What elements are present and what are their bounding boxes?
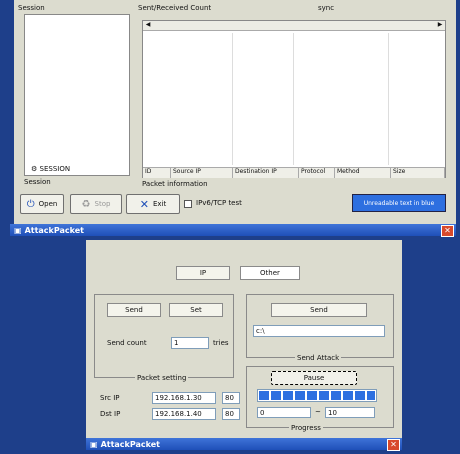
tab-other[interactable]: Other: [240, 266, 300, 280]
bottom-window: IP Other Send Set Send count 1 tries Pac…: [86, 240, 402, 440]
sessions-group-label: Session: [24, 178, 51, 186]
blue-action-button[interactable]: Unreadable text in blue: [352, 194, 446, 212]
progress-segment: [271, 391, 281, 400]
top-window: Session ⚙ SESSION Session Sent/Received …: [14, 0, 456, 228]
file-path-input[interactable]: c:\: [253, 325, 385, 337]
packet-header-label: Sent/Received Count: [138, 4, 212, 12]
file-send-button[interactable]: Send: [271, 303, 367, 317]
progress-from-input[interactable]: 0: [257, 407, 311, 418]
column-header-method[interactable]: Method: [335, 168, 391, 178]
bottom-window-titlebar[interactable]: ▣ AttackPacket ✕: [86, 438, 402, 451]
scroll-right-icon[interactable]: ▶: [435, 21, 445, 30]
column-header-size[interactable]: Size: [391, 168, 445, 178]
dst-ip-input[interactable]: 192.168.1.40: [152, 408, 216, 420]
stop-button[interactable]: ♻ Stop: [70, 194, 122, 214]
session-tree-header: Session: [18, 4, 98, 14]
packet-table[interactable]: ◀ ▶ ID Source IP Destination IP Protocol…: [142, 20, 446, 178]
progress-segment: [307, 391, 317, 400]
column-header-protocol[interactable]: Protocol: [299, 168, 335, 178]
count-input[interactable]: 1: [171, 337, 209, 349]
scroll-left-icon[interactable]: ◀: [143, 21, 153, 30]
count-unit: tries: [213, 339, 229, 347]
progress-segment: [331, 391, 341, 400]
ipv6-checkbox-label: IPv6/TCP test: [196, 199, 242, 207]
progress-segment: [295, 391, 305, 400]
packet-group-label: Packet information: [142, 180, 208, 188]
pause-button[interactable]: Pause: [271, 371, 357, 385]
progress-segment: [367, 391, 375, 400]
top-window-titlebar[interactable]: ▣ AttackPacket ✕: [10, 224, 456, 237]
session-icon: ⚙: [31, 165, 38, 173]
progress-dash: ~: [315, 408, 321, 416]
progress-segment: [355, 391, 365, 400]
progress-to-input[interactable]: 10: [325, 407, 375, 418]
session-list[interactable]: ⚙ SESSION: [24, 14, 130, 176]
bottom-window-title: AttackPacket: [100, 439, 161, 449]
recycle-icon: ♻: [81, 198, 91, 210]
ipv6-checkbox[interactable]: [184, 200, 192, 208]
session-list-header: SESSION: [39, 165, 71, 173]
set-tab[interactable]: Set: [169, 303, 223, 317]
progress-bar: [257, 389, 377, 402]
tree-header-label: Session: [18, 4, 45, 12]
exit-button[interactable]: ✕ Exit: [126, 194, 180, 214]
progress-segment: [283, 391, 293, 400]
column-header-source-ip[interactable]: Source IP: [171, 168, 233, 178]
send-tab[interactable]: Send: [107, 303, 161, 317]
top-window-title: AttackPacket: [24, 225, 85, 235]
session-list-footer: ⚙ SESSION: [31, 165, 70, 173]
src-ip-input[interactable]: 192.168.1.30: [152, 392, 216, 404]
progress-segment: [343, 391, 353, 400]
progress-segment: [259, 391, 269, 400]
src-ip-label: Src IP: [100, 394, 120, 402]
progress-fill: [259, 391, 375, 400]
power-icon: ⏻: [26, 198, 35, 210]
close-x-icon: ✕: [139, 197, 149, 211]
count-label: Send count: [107, 339, 147, 347]
src-port-input[interactable]: 80: [222, 392, 240, 404]
packet-setting-group: Send Set Send count 1 tries Packet setti…: [94, 294, 234, 382]
column-header-destination-ip[interactable]: Destination IP: [233, 168, 299, 178]
dst-port-input[interactable]: 80: [222, 408, 240, 420]
progress-segment: [319, 391, 329, 400]
close-icon[interactable]: ✕: [387, 439, 400, 451]
app-icon: ▣: [90, 439, 98, 449]
packet-header: Sent/Received Count sync: [138, 4, 444, 14]
dst-ip-label: Dst IP: [100, 410, 121, 418]
open-button[interactable]: ⏻ Open: [20, 194, 64, 214]
progress-group: Pause 0 ~ 10 Progress: [246, 366, 394, 432]
tab-ip[interactable]: IP: [176, 266, 230, 280]
horizontal-scrollbar[interactable]: ◀ ▶: [143, 21, 445, 31]
close-icon[interactable]: ✕: [441, 225, 454, 237]
grid-area: [143, 33, 445, 165]
sync-label: sync: [318, 4, 335, 12]
packet-setting-label: Packet setting: [135, 374, 189, 382]
app-icon: ▣: [14, 225, 22, 235]
table-header: ID Source IP Destination IP Protocol Met…: [143, 167, 445, 178]
send-attack-label: Send Attack: [295, 354, 342, 362]
send-attack-group: Send c:\ Send Attack: [246, 294, 394, 362]
progress-label: Progress: [289, 424, 323, 432]
column-header-id[interactable]: ID: [143, 168, 171, 178]
